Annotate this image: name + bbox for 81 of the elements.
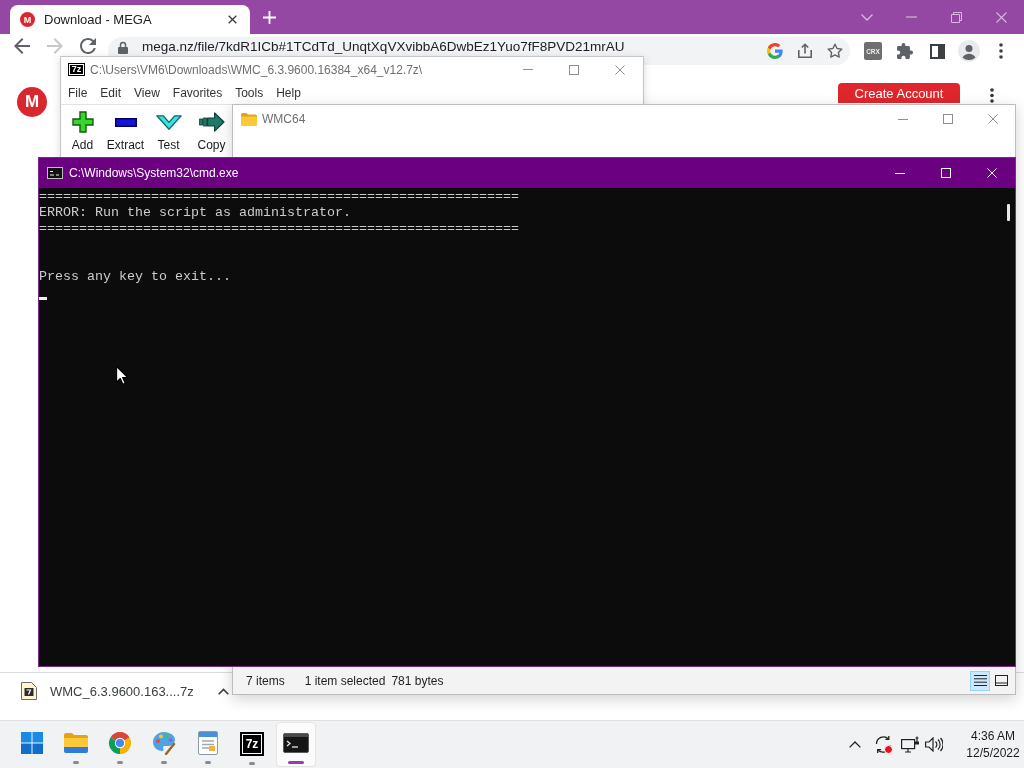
archive-logo: 7z [68,63,85,76]
maximize-icon [942,114,953,124]
star-icon[interactable] [827,43,843,59]
minus-icon [114,117,137,127]
menu-item[interactable]: File [62,83,94,103]
arrow-right-icon [47,38,63,54]
create-account-button[interactable]: Create Account [838,83,960,103]
maximize-icon [941,168,951,178]
minimize-icon [897,118,908,120]
window-title: C:\Windows\System32\cmd.exe [69,166,239,180]
document-window-icon [198,731,218,755]
more-options-icon[interactable] [999,43,1003,59]
add-button[interactable]: Add [61,105,104,161]
chevron-up-icon[interactable] [849,741,861,748]
grid-icon [21,731,43,755]
status-text: 7 items [246,673,285,688]
browser-logo-icon [108,731,132,755]
close-icon [227,15,237,24]
console-line: ERROR: Run the script as administrator. [39,205,352,221]
status-text: 1 item selected [304,673,386,688]
status-text: 781 bytes [391,673,444,688]
console-line: Press any key to exit... [39,269,232,285]
palette-icon [152,731,176,755]
download-item[interactable]: WMC_6.3.9600.163....7z [21,679,229,703]
minimize-icon [523,69,533,70]
menu-item[interactable]: Tools [229,83,270,103]
close-icon [987,114,998,124]
plus-icon [71,111,94,133]
g-logo-icon[interactable] [767,43,783,59]
browser-tab[interactable]: M Download - MEGA [10,5,250,34]
minimize-icon [906,16,917,18]
profile-avatar-icon[interactable] [958,40,980,62]
console-line: ============================================================ [39,189,520,205]
share-icon[interactable] [797,43,813,59]
menu-item[interactable]: Edit [94,83,128,103]
folder-icon [241,112,257,126]
reload-icon [80,38,96,54]
menu-item[interactable]: Help [270,83,307,103]
site-logo: M [17,87,47,117]
clock-time[interactable]: 4:36 AM [971,728,1015,745]
console-line: ============================================================ [39,221,520,237]
clock-date[interactable]: 12/5/2022 [966,745,1020,762]
minimize-icon [895,172,905,174]
speaker-icon[interactable] [925,737,943,752]
details-view-button[interactable] [970,670,990,691]
check-icon [155,114,182,130]
extract-button[interactable]: Extract [104,105,147,161]
close-icon [996,11,1007,23]
list-icon [973,675,987,686]
taskbar-button[interactable]: 7z [232,722,272,767]
window-title: WMC64 [262,112,306,126]
sidebar-icon[interactable] [929,43,945,59]
network-icon[interactable] [901,736,920,753]
arrow-right-icon [198,112,225,132]
chevron-down-icon [860,13,873,21]
copy-button[interactable]: Copy [190,105,233,161]
plus-icon [262,10,276,24]
menu-item[interactable]: View [128,83,166,103]
sync-alert-icon[interactable] [874,735,893,754]
taskbar-button[interactable] [276,722,316,767]
restore-icon [951,11,962,23]
archive-logo: 7z [240,732,264,756]
folder-icon [64,731,88,755]
chevron-up-icon[interactable] [217,687,229,695]
site-logo: M [20,12,35,27]
terminal-icon [283,731,309,755]
puzzle-icon[interactable] [897,43,913,59]
menu-item[interactable]: Favorites [166,83,229,103]
close-icon [987,168,997,178]
archive-file-icon [21,682,37,700]
maximize-icon [569,64,579,75]
window-title: C:\Users\VM6\Downloads\WMC_6.3.9600.16384_x64_v12.7z\ [90,62,423,77]
arrow-left-icon [14,38,30,54]
scrollbar-thumb[interactable] [1007,204,1010,221]
more-options-icon[interactable] [990,88,994,103]
mouse-pointer-icon [116,366,128,385]
close-icon [615,64,625,75]
preview-pane-icon [994,675,1008,686]
test-button[interactable]: Test [147,105,190,161]
terminal-icon [47,167,63,179]
lock-icon [118,41,128,54]
